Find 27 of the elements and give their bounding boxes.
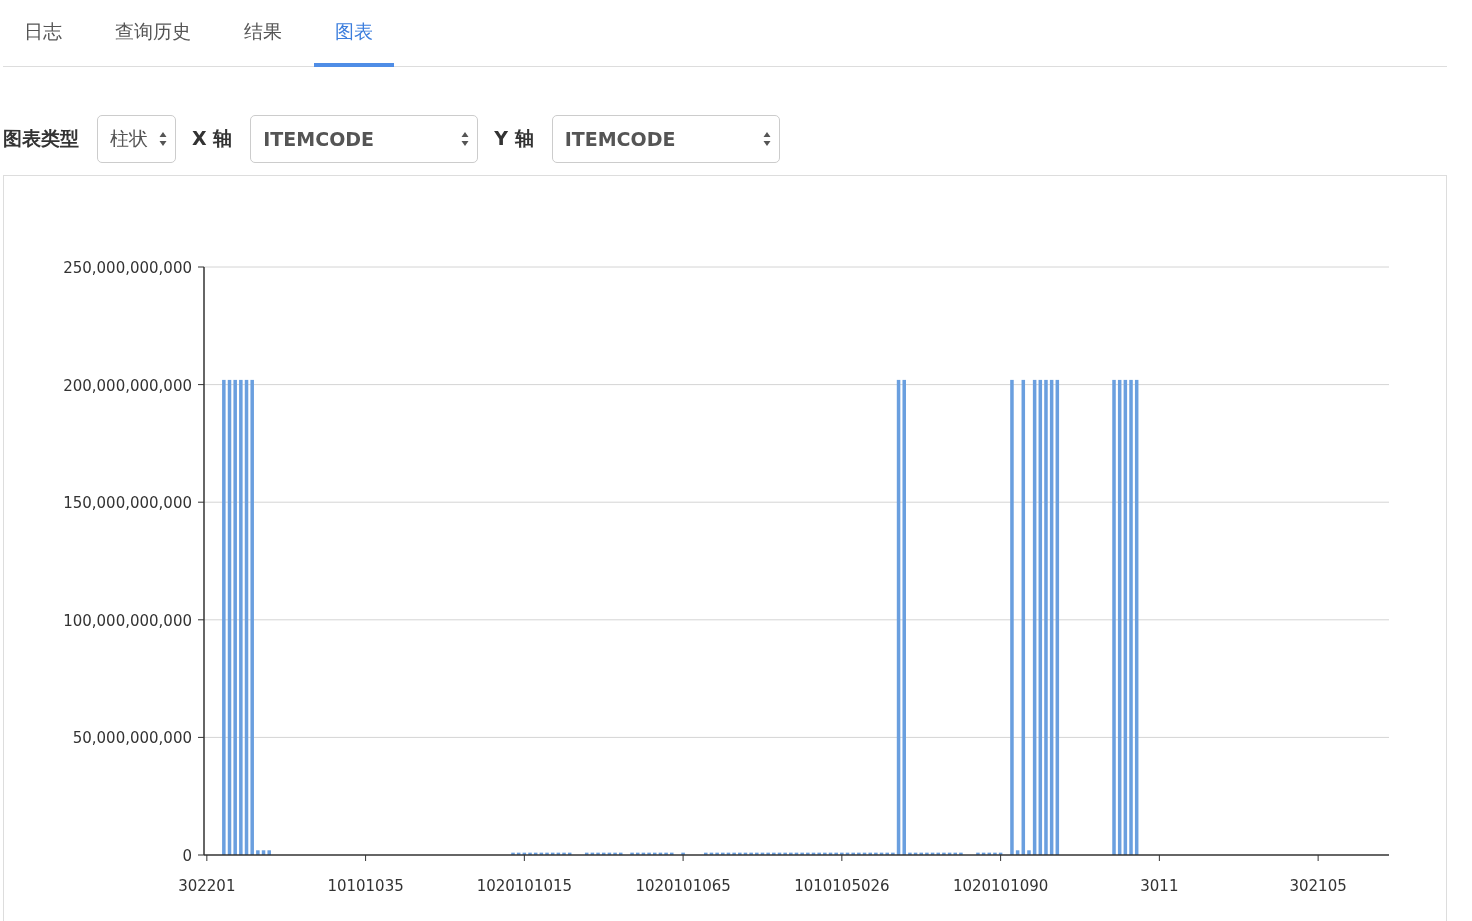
x-tick-label: 1020101065	[635, 877, 731, 895]
y-tick-label: 150,000,000,000	[63, 494, 192, 513]
tab[interactable]: 结果	[223, 0, 303, 67]
x-tick-label: 1010105026	[794, 877, 890, 895]
x-tick-label: 302201	[178, 877, 236, 895]
x-tick-label: 10101035	[327, 877, 404, 895]
x-axis-label: X 轴	[192, 126, 233, 151]
up-down-caret-icon	[159, 130, 167, 148]
y-tick-label: 250,000,000,000	[63, 259, 192, 277]
x-tick-label: 3011	[1140, 877, 1179, 895]
tab[interactable]: 图表	[314, 0, 394, 67]
y-tick-label: 100,000,000,000	[63, 611, 192, 630]
x-tick-label: 1020101015	[476, 877, 573, 895]
y-tick-label: 0	[182, 847, 192, 865]
x-tick-label: 302105	[1289, 877, 1347, 895]
up-down-caret-icon	[762, 130, 771, 148]
y-axis-select[interactable]: ITEMCODE	[551, 115, 780, 163]
x-tick-label: 1020101090	[952, 877, 1049, 895]
chart-type-label: 图表类型	[3, 126, 79, 151]
y-tick-label: 200,000,000,000	[63, 376, 192, 395]
chart-type-select[interactable]: 柱状	[97, 115, 176, 163]
tab[interactable]: 查询历史	[94, 0, 212, 67]
y-tick-label: 50,000,000,000	[72, 729, 192, 748]
x-axis-select[interactable]: ITEMCODE	[250, 115, 479, 163]
up-down-caret-icon	[461, 130, 470, 148]
tab[interactable]: 日志	[3, 0, 83, 67]
y-axis-label: Y 轴	[494, 126, 534, 151]
